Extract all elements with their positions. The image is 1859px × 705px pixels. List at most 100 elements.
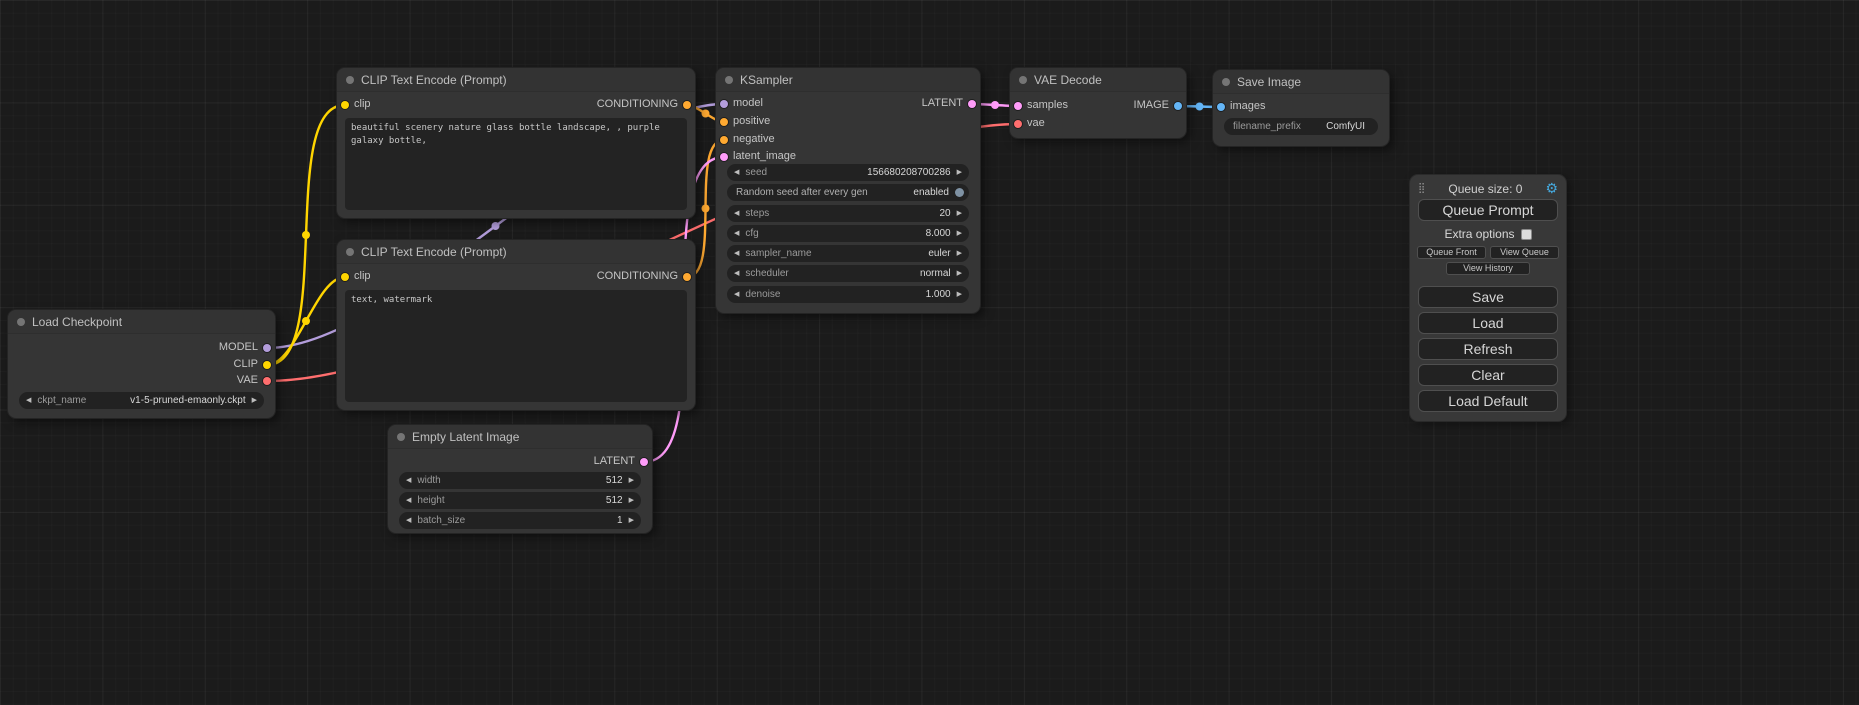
input-dot-images[interactable] [1217,103,1225,111]
load-button[interactable]: Load [1418,312,1558,334]
input-dot-negative[interactable] [720,136,728,144]
view-queue-button[interactable]: View Queue [1490,246,1559,259]
node-title-bar[interactable]: VAE Decode [1010,68,1186,92]
collapse-dot[interactable] [346,248,354,256]
widget-width[interactable]: ◀ width 512 ▶ [399,472,641,489]
view-history-button[interactable]: View History [1446,262,1530,275]
widget-seed[interactable]: ◀ seed 156680208700286 ▶ [727,164,969,181]
node-clip-text-encode-negative[interactable]: CLIP Text Encode (Prompt) clip CONDITION… [337,240,695,410]
widget-steps[interactable]: ◀ steps 20 ▶ [727,205,969,222]
increment-arrow-icon[interactable]: ▶ [957,210,962,217]
prompt-textarea[interactable]: beautiful scenery nature glass bottle la… [345,118,687,210]
increment-arrow-icon[interactable]: ▶ [252,397,257,404]
output-slot-model: MODEL [8,340,275,356]
increment-arrow-icon[interactable]: ▶ [957,230,962,237]
widget-value: v1-5-pruned-emaonly.ckpt [130,395,245,406]
increment-arrow-icon[interactable]: ▶ [629,517,634,524]
widget-scheduler[interactable]: ◀ scheduler normal ▶ [727,265,969,282]
node-title-bar[interactable]: CLIP Text Encode (Prompt) [337,240,695,264]
slot-label: negative [733,133,775,145]
output-dot-conditioning[interactable] [683,101,691,109]
output-slot-conditioning: CONDITIONING [337,97,695,113]
refresh-button[interactable]: Refresh [1418,338,1558,360]
widget-random-seed-toggle[interactable]: Random seed after every gen enabled [727,184,969,201]
settings-gear-icon[interactable]: ⚙ [1545,180,1558,197]
node-title-bar[interactable]: KSampler [716,68,980,92]
output-slot-image: IMAGE [1010,98,1186,114]
output-dot-model[interactable] [263,344,271,352]
collapse-dot[interactable] [346,76,354,84]
collapse-dot[interactable] [397,433,405,441]
slot-label: LATENT [922,97,963,109]
widget-label: sampler_name [745,248,811,259]
prompt-textarea[interactable]: text, watermark [345,290,687,402]
decrement-arrow-icon[interactable]: ◀ [734,270,739,277]
increment-arrow-icon[interactable]: ▶ [957,250,962,257]
extra-options-checkbox[interactable] [1521,229,1532,240]
collapse-dot[interactable] [1019,76,1027,84]
increment-arrow-icon[interactable]: ▶ [629,477,634,484]
graph-canvas[interactable]: Load Checkpoint MODEL CLIP VAE ◀ ckpt_na… [0,0,1859,705]
decrement-arrow-icon[interactable]: ◀ [734,291,739,298]
widget-value: 20 [939,208,950,219]
widget-batch-size[interactable]: ◀ batch_size 1 ▶ [399,512,641,529]
widget-height[interactable]: ◀ height 512 ▶ [399,492,641,509]
node-title-bar[interactable]: Load Checkpoint [8,310,275,334]
input-dot-positive[interactable] [720,118,728,126]
widget-denoise[interactable]: ◀ denoise 1.000 ▶ [727,286,969,303]
node-ksampler[interactable]: KSampler model LATENT positive negative … [716,68,980,313]
input-dot-latent-image[interactable] [720,153,728,161]
node-empty-latent-image[interactable]: Empty Latent Image LATENT ◀ width 512 ▶ … [388,425,652,533]
queue-prompt-button[interactable]: Queue Prompt [1418,199,1558,221]
widget-sampler-name[interactable]: ◀ sampler_name euler ▶ [727,245,969,262]
output-dot-latent[interactable] [640,458,648,466]
widget-value: 156680208700286 [867,167,950,178]
decrement-arrow-icon[interactable]: ◀ [734,250,739,257]
slot-label: images [1230,100,1265,112]
output-dot-clip[interactable] [263,361,271,369]
decrement-arrow-icon[interactable]: ◀ [734,230,739,237]
node-title-bar[interactable]: CLIP Text Encode (Prompt) [337,68,695,92]
load-default-button[interactable]: Load Default [1418,390,1558,412]
increment-arrow-icon[interactable]: ▶ [957,169,962,176]
increment-arrow-icon[interactable]: ▶ [957,291,962,298]
decrement-arrow-icon[interactable]: ◀ [26,397,31,404]
increment-arrow-icon[interactable]: ▶ [957,270,962,277]
collapse-dot[interactable] [17,318,25,326]
queue-front-button[interactable]: Queue Front [1417,246,1486,259]
drag-handle-icon[interactable]: ⣿ [1418,183,1425,194]
node-clip-text-encode-positive[interactable]: CLIP Text Encode (Prompt) clip CONDITION… [337,68,695,218]
node-title-bar[interactable]: Save Image [1213,70,1389,94]
node-load-checkpoint[interactable]: Load Checkpoint MODEL CLIP VAE ◀ ckpt_na… [8,310,275,418]
widget-ckpt-name[interactable]: ◀ ckpt_name v1-5-pruned-emaonly.ckpt ▶ [19,392,264,409]
widget-label: Random seed after every gen [736,187,868,198]
decrement-arrow-icon[interactable]: ◀ [406,497,411,504]
decrement-arrow-icon[interactable]: ◀ [406,517,411,524]
extra-options-row: Extra options [1410,227,1566,241]
increment-arrow-icon[interactable]: ▶ [629,497,634,504]
decrement-arrow-icon[interactable]: ◀ [734,169,739,176]
node-save-image[interactable]: Save Image images filename_prefix ComfyU… [1213,70,1389,146]
node-title: VAE Decode [1034,73,1102,87]
decrement-arrow-icon[interactable]: ◀ [734,210,739,217]
input-dot-vae[interactable] [1014,120,1022,128]
slot-label: positive [733,115,770,127]
output-dot-latent[interactable] [968,100,976,108]
output-dot-conditioning[interactable] [683,273,691,281]
node-vae-decode[interactable]: VAE Decode samples IMAGE vae [1010,68,1186,138]
save-button[interactable]: Save [1418,286,1558,308]
output-dot-vae[interactable] [263,377,271,385]
node-title-bar[interactable]: Empty Latent Image [388,425,652,449]
widget-cfg[interactable]: ◀ cfg 8.000 ▶ [727,225,969,242]
widget-value: 512 [606,475,623,486]
widget-label: denoise [745,289,780,300]
clear-button[interactable]: Clear [1418,364,1558,386]
collapse-dot[interactable] [1222,78,1230,86]
toggle-knob-icon[interactable] [955,188,964,197]
output-dot-image[interactable] [1174,102,1182,110]
widget-filename-prefix[interactable]: filename_prefix ComfyUI [1224,118,1378,135]
link-midpoint-dot [702,205,710,213]
slot-label: latent_image [733,150,796,162]
collapse-dot[interactable] [725,76,733,84]
decrement-arrow-icon[interactable]: ◀ [406,477,411,484]
